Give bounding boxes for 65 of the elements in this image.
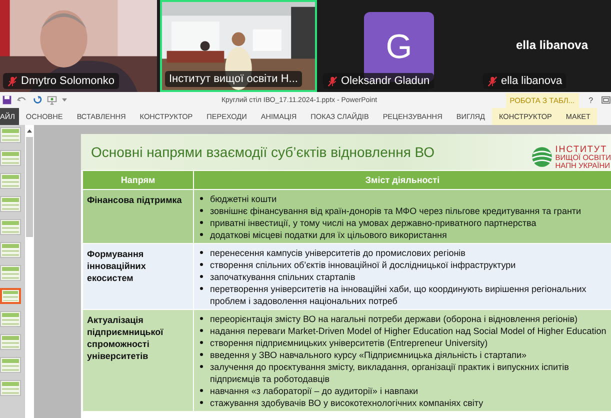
participant-name: ella libanova	[501, 75, 562, 87]
bullet-text: додаткові місцеві податки для їх цільового використання	[210, 229, 447, 241]
bullet-text: приватні інвестиції, у тому числі на умовах державно-приватного партнерства	[210, 217, 536, 229]
bullet-icon	[200, 341, 203, 344]
bullet-text: зовнішнє фінансування від країн-донорів та МФО через пільгове кредитування та гранти	[210, 205, 582, 217]
video-tile[interactable]: Dmytro Solomonko	[0, 0, 157, 92]
slide-title: Основні напрями взаємодії суб’єктів відновлення ВО	[91, 144, 435, 160]
table-cell: Актуалізація підприємницької спроможності університетів	[87, 315, 164, 361]
bullet-text: введення у ЗВО навчального курсу «Підприємницька діяльність і стартапи»	[210, 349, 526, 361]
restore-icon[interactable]	[601, 96, 611, 104]
table-cell: Фінансова підтримка	[87, 195, 182, 205]
avatar-letter: G	[386, 28, 412, 66]
slide-thumbnail[interactable]	[0, 219, 21, 235]
bullet-icon	[200, 275, 203, 278]
help-button[interactable]: ?	[588, 96, 594, 104]
bullet-text: перенесення кампусів університетів до промислових регіонів	[210, 247, 466, 259]
bullet-text: навчання «з лабораторії – до аудиторії» і навпаки	[210, 385, 418, 397]
bullet-text: перетворення університетів на інноваційні хаби, що координують вирішення регіональних проблем і задоволення національних потреб	[210, 283, 588, 307]
caret-icon[interactable]	[62, 98, 67, 102]
presentation-icon[interactable]	[47, 95, 57, 105]
bullet-icon	[200, 263, 203, 266]
bullet-text: переорієнтація змісту ВО на нагальні потреби держави (оборона і відновлення регіонів)	[210, 313, 578, 325]
participant-name: Інститут вищої освіти Н...	[169, 73, 298, 85]
slide-thumbnail[interactable]	[0, 380, 21, 396]
bullet-text: започаткування спільних стартапів	[210, 271, 356, 283]
redo-icon[interactable]	[32, 95, 42, 105]
scrollbar[interactable]	[24, 125, 34, 418]
slide-thumbnail[interactable]	[0, 196, 21, 212]
bullet-icon	[200, 251, 203, 254]
bullet-icon	[200, 365, 203, 368]
bullet-icon	[200, 221, 203, 224]
slide-thumbnail[interactable]	[0, 357, 21, 373]
slide-thumbnail[interactable]	[0, 173, 21, 189]
scroll-thumb[interactable]	[26, 137, 33, 237]
logo-text: ІНСТИТУТ	[555, 145, 608, 154]
bullet-text: бюджетні кошти	[210, 193, 277, 205]
bullet-icon	[200, 389, 203, 392]
globe-logo-icon	[531, 146, 554, 168]
bullet-text: створення підприємницьких університетів (Entrepreneur University)	[210, 337, 488, 349]
save-icon[interactable]	[2, 95, 12, 105]
bullet-icon	[200, 317, 203, 320]
participant-name: Oleksandr Gladun	[341, 75, 430, 87]
bullet-icon	[200, 209, 203, 212]
slide-thumbnail[interactable]	[0, 127, 21, 143]
participant-name: ella libanova	[516, 38, 588, 52]
bullet-icon	[200, 197, 203, 200]
bullet-icon	[200, 329, 203, 332]
slide-thumbnail[interactable]	[0, 150, 21, 166]
slide-thumbnail[interactable]	[0, 334, 21, 350]
table-cell: Формування інноваційних екосистем	[87, 249, 146, 283]
scroll-up-icon[interactable]	[27, 129, 32, 133]
bullet-icon	[200, 401, 203, 404]
bullet-text: створення спільних об’єктів інноваційної й дослідницької інфраструктури	[210, 259, 516, 271]
slide-thumbnail[interactable]	[0, 288, 21, 304]
bullet-icon	[200, 353, 203, 356]
slide-thumbnail[interactable]	[0, 311, 21, 327]
slide-thumbnail[interactable]	[0, 242, 21, 258]
bullet-text: стажування здобувачів ВО у високотехнологічних компаніях світу	[210, 397, 484, 409]
bullet-text: надання переваги Market-Driven Model of Higher Education над Social Model of Higher Education	[210, 325, 606, 337]
column-header: Напрям	[120, 175, 156, 185]
bullet-icon	[200, 287, 203, 290]
participant-name: Dmytro Solomonko	[21, 75, 115, 87]
slide-thumbnail[interactable]	[0, 265, 21, 281]
bullet-icon	[200, 233, 203, 236]
video-tile[interactable]: Інститут вищої освіти Н...	[160, 0, 317, 92]
